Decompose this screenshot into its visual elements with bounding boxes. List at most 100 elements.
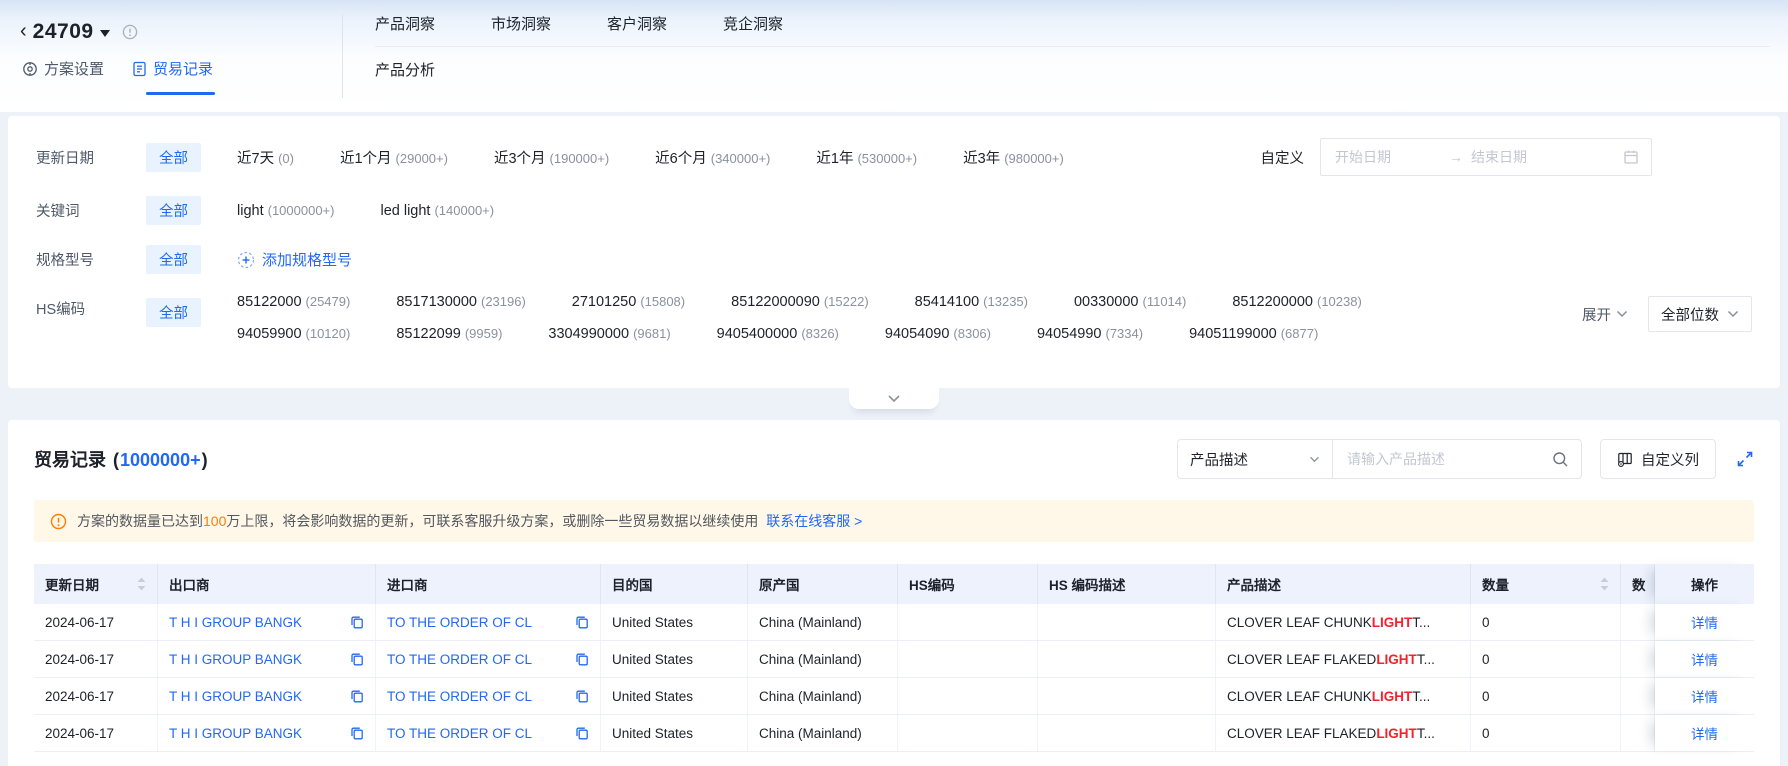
hs-code-option-6[interactable]: 8512200000 (10238)	[1232, 294, 1361, 310]
importer-link[interactable]: TO THE ORDER OF CL	[387, 726, 532, 741]
nav-item-3[interactable]: 竞企洞察	[723, 13, 783, 34]
update-date-option-5[interactable]: 近3年 (980000+)	[963, 147, 1064, 168]
end-date-input[interactable]	[1469, 148, 1579, 166]
start-date-input[interactable]	[1333, 148, 1443, 166]
hs-code-option-0[interactable]: 85122000 (25479)	[237, 294, 350, 310]
product-text: T...	[1416, 725, 1435, 741]
hs-code-option-5[interactable]: 00330000 (11014)	[1074, 294, 1186, 310]
copy-icon[interactable]	[575, 726, 589, 740]
plan-header: ‹ 24709 方案设置 贸易记录	[0, 0, 342, 112]
warning-circle-icon	[50, 513, 67, 530]
sort-icon[interactable]	[137, 577, 146, 591]
update-date-all-chip[interactable]: 全部	[146, 142, 201, 172]
hs-all-chip[interactable]: 全部	[146, 298, 201, 327]
copy-icon[interactable]	[575, 615, 589, 629]
product-text: T...	[1412, 688, 1431, 704]
search-input[interactable]	[1345, 450, 1552, 468]
hs-code-option-4[interactable]: 85414100 (13235)	[915, 294, 1028, 310]
tab-plan-settings[interactable]: 方案设置	[22, 58, 104, 99]
keyword-option-0[interactable]: light (1000000+)	[237, 203, 334, 219]
sort-icon[interactable]	[1600, 577, 1609, 591]
detail-link[interactable]: 详情	[1691, 686, 1718, 706]
subnav-item-product-analysis[interactable]: 产品分析	[375, 59, 435, 80]
keyword-option-1[interactable]: led light (140000+)	[380, 203, 494, 219]
date-range-picker[interactable]: →	[1320, 138, 1652, 176]
chevron-down-icon	[1310, 456, 1319, 462]
hs-code-option-3[interactable]: 9405400000 (8326)	[717, 326, 839, 342]
importer-link[interactable]: TO THE ORDER OF CL	[387, 652, 532, 667]
hs-code-option-1[interactable]: 8517130000 (23196)	[396, 294, 525, 310]
hs-code-option-6[interactable]: 94051199000 (6877)	[1189, 326, 1318, 342]
cell-hs-description	[1038, 715, 1216, 751]
table-row: 2024-06-17 T H I GROUP BANGK TO THE ORDER …	[34, 678, 1754, 715]
hs-code-option-2[interactable]: 3304990000 (9681)	[548, 326, 670, 342]
copy-icon[interactable]	[575, 689, 589, 703]
update-date-option-count: (29000+)	[395, 150, 448, 166]
hs-code-option-2[interactable]: 27101250 (15808)	[572, 294, 685, 310]
detail-link[interactable]: 详情	[1691, 649, 1718, 669]
column-header-label: 产品描述	[1227, 578, 1281, 593]
cell-update-date: 2024-06-17	[34, 715, 158, 751]
update-date-option-2[interactable]: 近3个月 (190000+)	[494, 147, 609, 168]
exporter-link[interactable]: T H I GROUP BANGK	[169, 615, 302, 630]
update-date-option-1[interactable]: 近1个月 (29000+)	[340, 147, 448, 168]
cell-hs-description	[1038, 641, 1216, 677]
fullscreen-icon[interactable]	[1736, 450, 1754, 468]
exporter-link[interactable]: T H I GROUP BANGK	[169, 652, 302, 667]
add-spec-button[interactable]: 添加规格型号	[237, 249, 352, 270]
hs-code-option-3[interactable]: 85122000090 (15222)	[731, 294, 869, 310]
hs-code-option-0[interactable]: 94059900 (10120)	[237, 326, 350, 342]
cell-destination-country: United States	[601, 641, 748, 677]
column-header-label: 数	[1632, 578, 1646, 593]
cell-update-date: 2024-06-17	[34, 604, 158, 640]
detail-link[interactable]: 详情	[1691, 612, 1718, 632]
hs-code-option-1[interactable]: 85122099 (9959)	[396, 326, 502, 342]
copy-icon[interactable]	[575, 652, 589, 666]
cell-importer: TO THE ORDER OF CL	[376, 641, 601, 677]
plan-dropdown-caret-icon[interactable]	[99, 30, 110, 42]
product-text: CLOVER LEAF FLAKED	[1227, 725, 1377, 741]
detail-link[interactable]: 详情	[1691, 723, 1718, 743]
tab-plan-settings-label: 方案设置	[44, 61, 105, 78]
hs-code-option-count: (10120)	[305, 326, 351, 341]
customize-columns-button[interactable]: 自定义列	[1600, 439, 1716, 479]
copy-icon[interactable]	[350, 726, 364, 740]
search-type-select[interactable]: 产品描述	[1177, 439, 1332, 479]
spec-all-chip[interactable]: 全部	[146, 245, 201, 274]
importer-link[interactable]: TO THE ORDER OF CL	[387, 615, 532, 630]
exporter-link[interactable]: T H I GROUP BANGK	[169, 689, 302, 704]
column-header-2: 进口商	[376, 564, 601, 604]
importer-link[interactable]: TO THE ORDER OF CL	[387, 689, 532, 704]
search-icon[interactable]	[1552, 451, 1569, 468]
cell-hs-code	[898, 678, 1038, 714]
hs-code-option-4[interactable]: 94054090 (8306)	[885, 326, 991, 342]
copy-icon[interactable]	[350, 689, 364, 703]
info-icon[interactable]	[122, 24, 138, 40]
nav-item-2[interactable]: 客户洞察	[607, 13, 667, 34]
filter-collapse-tab[interactable]	[849, 388, 939, 409]
contact-support-link[interactable]: 联系在线客服 >	[766, 513, 862, 529]
tab-trade-records[interactable]: 贸易记录	[132, 58, 216, 99]
copy-icon[interactable]	[350, 615, 364, 629]
update-date-option-4[interactable]: 近1年 (530000+)	[816, 147, 917, 168]
hs-code-option-count: (10238)	[1317, 294, 1362, 309]
exporter-link[interactable]: T H I GROUP BANGK	[169, 726, 302, 741]
chevron-down-icon	[1616, 310, 1628, 318]
update-date-option-0[interactable]: 近7天 (0)	[237, 147, 294, 168]
update-date-option-3[interactable]: 近6个月 (340000+)	[655, 147, 770, 168]
hs-code-option-5[interactable]: 94054990 (7334)	[1037, 326, 1143, 342]
hs-expand-toggle[interactable]: 展开	[1582, 304, 1628, 325]
records-count: 1000000+	[120, 450, 201, 470]
nav-item-1[interactable]: 市场洞察	[491, 13, 551, 34]
custom-date-label[interactable]: 自定义	[1261, 147, 1305, 168]
cell-action: 详情	[1655, 715, 1754, 751]
nav-item-0[interactable]: 产品洞察	[375, 13, 435, 34]
update-date-option-name: 近1个月	[339, 150, 392, 167]
trade-records-table: 更新日期 出口商 进口商 目的国 原产国 HS编码 HS 编码描述 产品描述 数量 数 操作 202…	[34, 564, 1754, 752]
copy-icon[interactable]	[350, 652, 364, 666]
calendar-icon[interactable]	[1623, 149, 1639, 165]
keyword-all-chip[interactable]: 全部	[146, 196, 201, 225]
hs-digits-select[interactable]: 全部位数	[1648, 296, 1752, 332]
back-icon[interactable]: ‹	[20, 21, 33, 43]
hs-digits-label: 全部位数	[1661, 307, 1719, 324]
